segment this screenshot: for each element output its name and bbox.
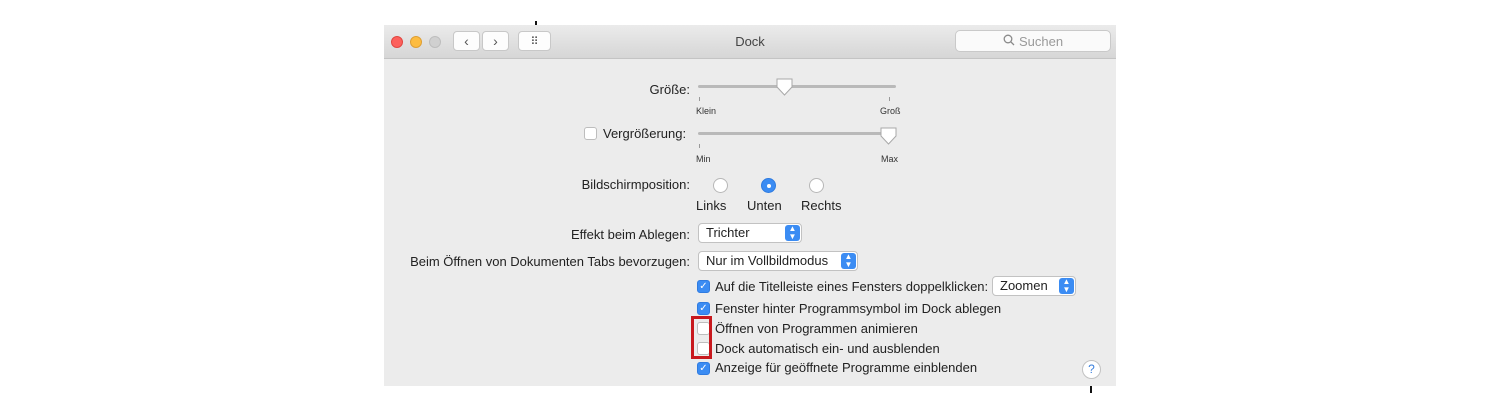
- position-left-radio[interactable]: [713, 178, 728, 193]
- position-bottom-radio[interactable]: [761, 178, 776, 193]
- position-bottom-label: Unten: [747, 198, 782, 213]
- magnification-slider-knob[interactable]: [880, 127, 897, 148]
- magnification-max-label: Max: [881, 154, 899, 164]
- show-indicators-checkbox[interactable]: ✓: [697, 362, 710, 375]
- chevron-updown-icon: ▲ ▼: [785, 225, 800, 241]
- position-right-label: Rechts: [801, 198, 842, 213]
- size-min-label: Klein: [696, 106, 717, 116]
- magnification-checkbox[interactable]: [584, 127, 597, 140]
- autohide-label: Dock automatisch ein- und ausblenden: [715, 341, 940, 356]
- minimize-effect-value: Trichter: [706, 225, 750, 240]
- minimize-into-icon-checkbox[interactable]: ✓: [697, 302, 710, 315]
- double-click-popup[interactable]: Zoomen ▲ ▼: [992, 276, 1076, 296]
- prefer-tabs-popup[interactable]: Nur im Vollbildmodus ▲ ▼: [698, 251, 858, 271]
- prefer-tabs-value: Nur im Vollbildmodus: [706, 253, 829, 268]
- size-slider-knob[interactable]: [776, 78, 793, 99]
- highlight-box: [691, 316, 712, 359]
- title-bar: ‹ › ⠿ Dock Suchen: [384, 25, 1116, 59]
- minimize-effect-popup[interactable]: Trichter ▲ ▼: [698, 223, 802, 243]
- minimize-into-icon-label: Fenster hinter Programmsymbol im Dock ab…: [715, 301, 1002, 316]
- preferences-window: ‹ › ⠿ Dock Suchen Größe: Klein Groß Verg…: [384, 25, 1116, 386]
- search-icon: [1003, 34, 1015, 49]
- search-placeholder: Suchen: [1018, 33, 1064, 49]
- search-field[interactable]: Suchen: [955, 30, 1111, 52]
- position-right-radio[interactable]: [809, 178, 824, 193]
- magnification-tick-min: [699, 144, 700, 148]
- help-button[interactable]: ?: [1082, 360, 1101, 379]
- magnification-min-label: Min: [696, 154, 711, 164]
- double-click-checkbox[interactable]: ✓: [697, 280, 710, 293]
- position-label: Bildschirmposition:: [581, 177, 690, 192]
- size-label: Größe:: [649, 82, 690, 97]
- size-slider-track[interactable]: [698, 85, 896, 88]
- minimize-effect-label: Effekt beim Ablegen:: [570, 227, 690, 242]
- size-tick-min: [699, 97, 700, 101]
- prefer-tabs-label: Beim Öffnen von Dokumenten Tabs bevorzug…: [410, 254, 690, 269]
- size-tick-max: [889, 97, 890, 101]
- chevron-updown-icon: ▲ ▼: [841, 253, 856, 269]
- magnification-slider-track[interactable]: [698, 132, 896, 135]
- show-indicators-label: Anzeige für geöffnete Programme einblend…: [715, 360, 978, 375]
- magnification-label: Vergrößerung:: [603, 126, 687, 141]
- animate-opening-label: Öffnen von Programmen animieren: [715, 321, 918, 336]
- double-click-label: Auf die Titelleiste eines Fensters doppe…: [715, 279, 989, 294]
- double-click-value: Zoomen: [1000, 278, 1048, 293]
- position-left-label: Links: [696, 198, 727, 213]
- size-max-label: Groß: [880, 106, 901, 116]
- chevron-updown-icon: ▲ ▼: [1059, 278, 1074, 294]
